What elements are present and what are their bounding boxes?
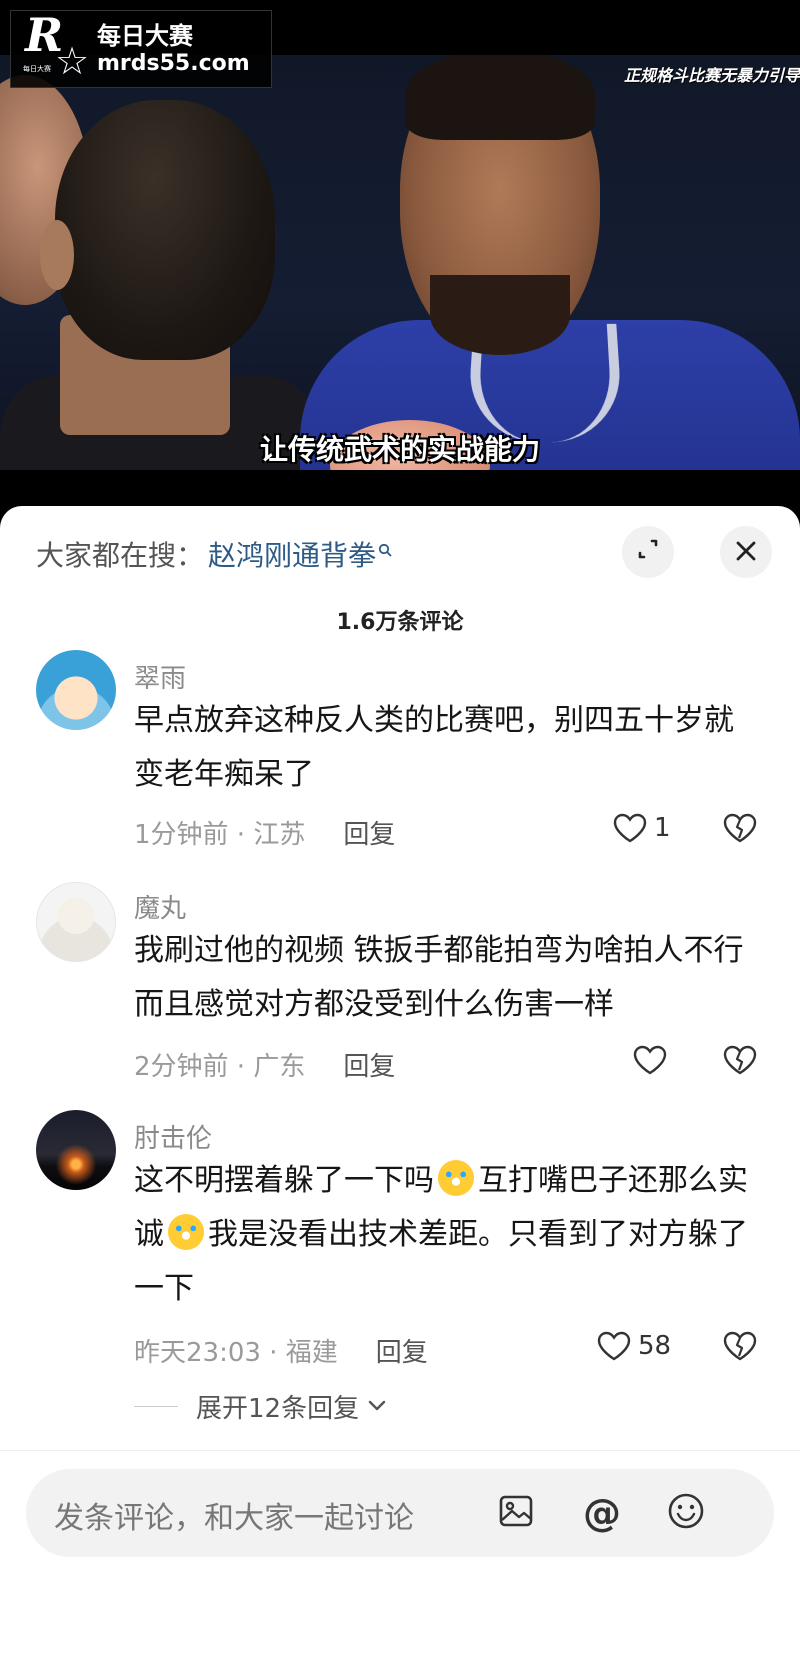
heart-icon	[632, 1044, 668, 1076]
comment-input-bar: 发条评论，和大家一起讨论 @	[0, 1450, 800, 1668]
expand-icon	[635, 536, 661, 569]
like-count: 1	[654, 813, 671, 843]
image-button[interactable]	[492, 1489, 540, 1537]
broken-heart-icon	[722, 1061, 758, 1080]
expand-replies-button[interactable]: 展开12条回复	[0, 1388, 387, 1425]
referee-ear	[40, 220, 74, 290]
like-button[interactable]: 1	[612, 812, 671, 844]
referee-head	[55, 100, 275, 360]
comment-username[interactable]: 魔丸	[134, 888, 186, 925]
reply-button[interactable]: 回复	[343, 814, 395, 851]
close-button[interactable]	[720, 526, 772, 578]
watermark-url: mrds55.com	[97, 51, 250, 77]
search-term-link[interactable]: 赵鸿刚通背拳	[208, 534, 376, 574]
avatar[interactable]	[36, 650, 116, 730]
logo-badge-text: 每日大赛	[23, 64, 51, 74]
laugh-cry-emoji-icon	[438, 1160, 474, 1196]
search-suggestion[interactable]: 大家都在搜： 赵鸿刚通背拳	[36, 534, 392, 574]
laugh-cry-emoji-icon	[168, 1214, 204, 1250]
expand-replies-label: 展开12条回复	[196, 1388, 359, 1425]
emoji-button[interactable]	[662, 1489, 710, 1537]
mention-button[interactable]: @	[578, 1489, 626, 1537]
avatar[interactable]	[36, 882, 116, 962]
fighter-hair	[405, 55, 595, 140]
image-icon	[497, 1492, 535, 1534]
video-player[interactable]: Ш R ☆ 每日大赛 每日大赛 mrds55.com 正规格斗比赛无暴力引导 让…	[0, 0, 800, 510]
comment-time-location: 2分钟前 · 广东	[134, 1046, 305, 1083]
watermark-title: 每日大赛	[97, 21, 250, 51]
comment-meta: 1分钟前 · 江苏 回复	[134, 814, 395, 851]
comment-meta: 昨天23:03 · 福建 回复	[134, 1332, 428, 1369]
comment-text: 我刷过他的视频 铁扳手都能拍弯为啥拍人不行 而且感觉对方都没受到什么伤害一样	[134, 924, 754, 1032]
like-count: 58	[638, 1331, 671, 1361]
reply-button[interactable]: 回复	[343, 1046, 395, 1083]
video-top-caption: 正规格斗比赛无暴力引导	[624, 62, 800, 86]
like-button[interactable]: 58	[596, 1330, 671, 1362]
comment-text-part: 我是没看出技术差距。只看到了对方躲了一下	[134, 1217, 748, 1306]
comments-sheet: 大家都在搜： 赵鸿刚通背拳 1.6万条评论 翠雨 早点放弃这种反人类的比赛吧，别…	[0, 506, 800, 1668]
comment-username[interactable]: 翠雨	[134, 658, 186, 695]
broken-heart-icon	[722, 1347, 758, 1366]
like-button[interactable]	[632, 1044, 668, 1076]
at-icon: @	[583, 1491, 621, 1535]
search-prefix: 大家都在搜：	[36, 534, 204, 574]
broken-heart-icon	[722, 829, 758, 848]
logo-mark: R ☆ 每日大赛	[23, 14, 91, 84]
comment-input-placeholder: 发条评论，和大家一起讨论	[54, 1493, 414, 1537]
heart-icon	[596, 1330, 632, 1362]
comment-time-location: 1分钟前 · 江苏	[134, 814, 305, 851]
heart-icon	[612, 812, 648, 844]
close-icon	[735, 536, 757, 569]
star-icon: ☆	[55, 42, 89, 80]
dislike-button[interactable]	[722, 1044, 758, 1080]
reply-button[interactable]: 回复	[376, 1332, 428, 1369]
comment-username[interactable]: 肘击伦	[134, 1118, 212, 1155]
comment-text: 这不明摆着躲了一下吗 互打嘴巴子还那么实诚 我是没看出技术差距。只看到了对方躲了一下	[134, 1154, 754, 1316]
avatar[interactable]	[36, 1110, 116, 1190]
search-icon	[378, 541, 392, 562]
comment-count: 1.6万条评论	[0, 604, 800, 636]
comment-text-part: 这不明摆着躲了一下吗	[134, 1163, 434, 1198]
chevron-down-icon	[367, 1396, 387, 1417]
comment-input[interactable]: 发条评论，和大家一起讨论 @	[26, 1469, 774, 1557]
emoji-icon	[666, 1491, 706, 1535]
video-frame[interactable]: Ш	[0, 55, 800, 470]
comment-meta: 2分钟前 · 广东 回复	[134, 1046, 395, 1083]
watermark-logo: R ☆ 每日大赛 每日大赛 mrds55.com	[10, 10, 272, 88]
fighter-beard	[430, 275, 570, 355]
dislike-button[interactable]	[722, 1330, 758, 1366]
comment-text: 早点放弃这种反人类的比赛吧，别四五十岁就变老年痴呆了	[134, 694, 754, 802]
video-subtitle: 让传统武术的实战能力	[0, 428, 800, 468]
comment-time-location: 昨天23:03 · 福建	[134, 1332, 338, 1369]
dislike-button[interactable]	[722, 812, 758, 848]
divider	[134, 1406, 178, 1407]
expand-button[interactable]	[622, 526, 674, 578]
